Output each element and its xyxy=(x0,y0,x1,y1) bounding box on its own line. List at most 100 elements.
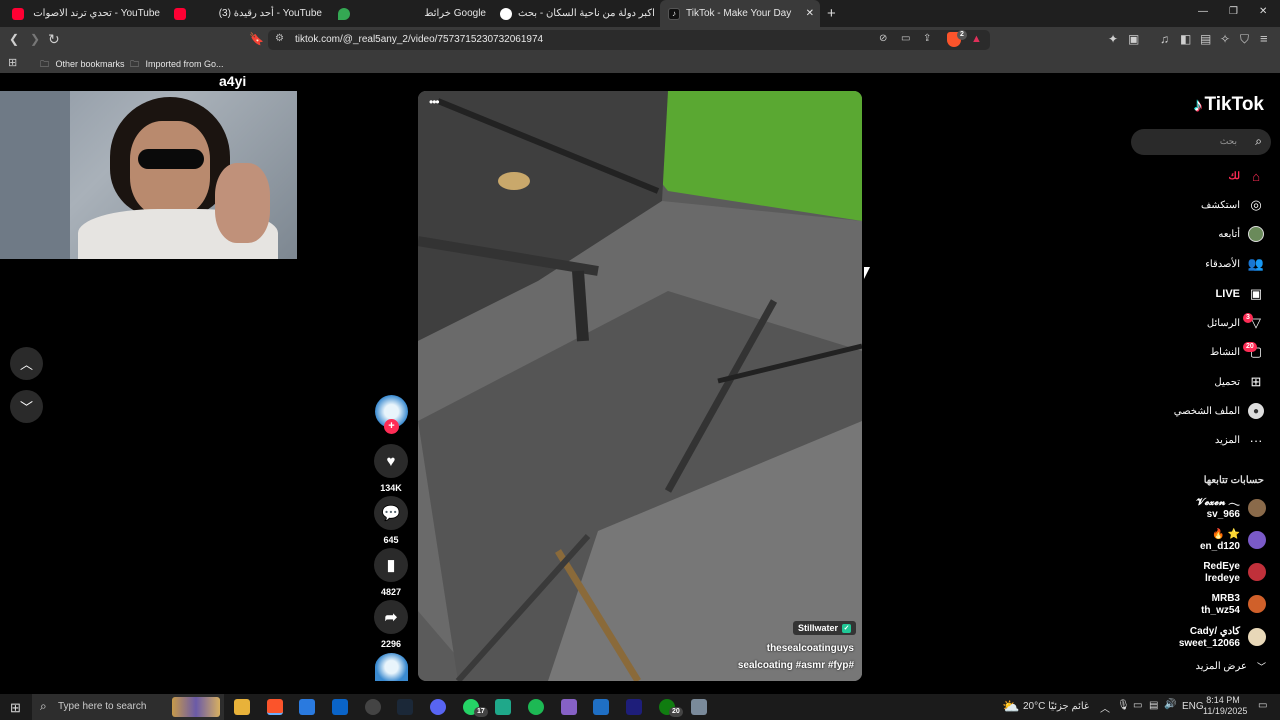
store-icon[interactable] xyxy=(299,699,315,715)
apps-grid-icon[interactable]: ⊞ xyxy=(8,56,17,69)
microphone-icon[interactable]: 🎙 xyxy=(1117,700,1130,711)
show-more-button[interactable]: عرض المزيد ﹀ xyxy=(1195,660,1266,673)
app-circle-icon[interactable] xyxy=(365,699,381,715)
follow-plus-button[interactable]: + xyxy=(384,419,399,434)
xbox-badge: 20 xyxy=(669,707,683,717)
nav-profile[interactable]: الملف الشخصي ● xyxy=(1174,403,1264,419)
tiktok-search[interactable]: بحث ⌕ xyxy=(1131,129,1271,155)
restore-button[interactable]: ❐ xyxy=(1229,6,1238,17)
sound-chip[interactable]: Stillwater ✓ xyxy=(793,621,857,635)
vscode-icon[interactable] xyxy=(593,699,609,715)
nav-label: أتابعه xyxy=(1218,228,1240,240)
share-icon[interactable]: ⇪ xyxy=(923,33,931,44)
nav-following[interactable]: أتابعه xyxy=(1218,226,1264,242)
tab-google-search[interactable]: اكبر دولة من ناحية السكان - بحث Google xyxy=(496,0,656,27)
share-arrow-icon[interactable]: ➦ xyxy=(374,600,408,634)
video-hashtags[interactable]: #sealcoating #asmr #fyp xyxy=(738,660,854,671)
tray-chevron-up-icon[interactable]: ︿ xyxy=(1100,700,1110,715)
brave-rewards-icon[interactable]: ▲ xyxy=(971,33,982,45)
nav-label: الأصدقاء xyxy=(1205,258,1240,270)
following-account-5[interactable]: Cady/ كادي sweet_12066 xyxy=(1146,626,1266,650)
bookmark-imported[interactable]: 🗀 Imported from Go... xyxy=(130,57,224,73)
minimize-button[interactable]: — xyxy=(1198,6,1208,17)
bookmark-save-icon[interactable]: ▮ xyxy=(374,548,408,582)
nav-friends[interactable]: الأصدقاء 👥 xyxy=(1205,256,1264,272)
volume-icon[interactable]: 🔊 xyxy=(1164,699,1176,710)
notification-icon[interactable]: ▭ xyxy=(1258,700,1267,711)
spotify-icon[interactable] xyxy=(528,699,544,715)
close-tab-icon[interactable]: ✕ xyxy=(806,8,814,19)
sound-disc-avatar[interactable] xyxy=(375,653,408,681)
video-more-menu-icon[interactable]: ••• xyxy=(429,95,440,109)
nav-more[interactable]: المزيد ··· xyxy=(1215,432,1264,448)
video-author[interactable]: thesealcoatinguys xyxy=(767,643,854,654)
clock[interactable]: 8:14 PM 11/19/2025 xyxy=(1203,695,1247,717)
previous-video-button[interactable]: ︿ xyxy=(10,347,43,380)
like-action[interactable]: ♥ 134K xyxy=(374,444,408,493)
following-account-4[interactable]: MRB3 th_wz54 xyxy=(1146,593,1266,617)
music-icon[interactable]: ♫ xyxy=(1160,32,1169,46)
cast-icon[interactable]: ▭ xyxy=(901,33,910,44)
wallet-icon[interactable]: ▤ xyxy=(1200,32,1211,46)
forward-arrow-icon[interactable]: ❯ xyxy=(30,32,40,46)
new-tab-button[interactable]: + xyxy=(827,5,836,22)
heart-icon[interactable]: ♥ xyxy=(374,444,408,478)
nav-label: LIVE xyxy=(1215,288,1240,300)
save-action[interactable]: ▮ 4827 xyxy=(374,548,408,597)
network-icon[interactable]: ▤ xyxy=(1149,700,1158,711)
tab-youtube-2[interactable]: (3) أحد رقيدة - YouTube xyxy=(170,0,328,27)
nav-explore[interactable]: استكشف ◎ xyxy=(1201,197,1264,213)
nav-for-you[interactable]: لك ⌂ xyxy=(1229,168,1264,184)
reload-icon[interactable]: ↻ xyxy=(48,31,60,48)
app-misc-icon[interactable] xyxy=(691,699,707,715)
share-action[interactable]: ➦ 2296 xyxy=(374,600,408,649)
weather-text[interactable]: 20°C غائم جزئيًا xyxy=(1023,701,1089,712)
bookmark-icon[interactable]: 🔖 xyxy=(249,32,264,46)
leo-ai-icon[interactable]: ✧ xyxy=(1220,32,1230,46)
app-green-icon[interactable] xyxy=(495,699,511,715)
terminal-icon[interactable] xyxy=(626,699,642,715)
tiktok-logo[interactable]: ♪ TikTok xyxy=(1194,94,1264,116)
back-arrow-icon[interactable]: ❮ xyxy=(9,32,19,46)
weather-icon[interactable]: ⛅ xyxy=(1002,698,1019,715)
screenshot-icon[interactable]: ▣ xyxy=(1128,32,1139,46)
taskbar-search-input[interactable]: Type here to search xyxy=(58,701,146,712)
display-icon[interactable]: ▭ xyxy=(1133,700,1142,711)
steam-icon[interactable] xyxy=(397,699,413,715)
language-indicator[interactable]: ENG xyxy=(1182,701,1204,712)
following-account-3[interactable]: RedEye lredeye xyxy=(1146,561,1266,585)
search-input[interactable]: بحث xyxy=(1220,136,1237,147)
taskbar-search[interactable]: ⌕ Type here to search xyxy=(32,694,224,720)
live-icon: ▣ xyxy=(1249,286,1263,301)
close-window-button[interactable]: ✕ xyxy=(1259,6,1267,17)
nav-live[interactable]: LIVE ▣ xyxy=(1216,286,1264,302)
address-bar[interactable]: ⚙ tiktok.com/@_real5any_2/video/75737152… xyxy=(268,30,990,50)
media-off-icon[interactable]: ⊘ xyxy=(879,33,887,44)
file-explorer-icon[interactable] xyxy=(234,699,250,715)
windows-start-icon[interactable]: ⊞ xyxy=(10,700,21,716)
nav-messages[interactable]: الرسائل ▽ xyxy=(1207,315,1264,331)
following-account-2[interactable]: 🔥 ⭐ en_d120 xyxy=(1146,529,1266,553)
nav-upload[interactable]: تحميل ⊞ xyxy=(1214,374,1264,390)
comment-action[interactable]: 💬 645 xyxy=(374,496,408,545)
comment-icon[interactable]: 💬 xyxy=(374,496,408,530)
discord-icon[interactable] xyxy=(430,699,446,715)
tab-google-maps[interactable]: خرائط Google xyxy=(334,0,492,27)
more-icon: ··· xyxy=(1249,432,1263,448)
next-video-button[interactable]: ﹀ xyxy=(10,390,43,423)
bookmark-other[interactable]: 🗀 Other bookmarks xyxy=(40,57,125,73)
brave-browser-icon[interactable] xyxy=(267,699,283,715)
outlook-icon[interactable] xyxy=(332,699,348,715)
visual-studio-icon[interactable] xyxy=(561,699,577,715)
menu-icon[interactable]: ≡ xyxy=(1260,31,1268,46)
search-icon[interactable]: ⌕ xyxy=(1255,134,1262,149)
sidebar-toggle-icon[interactable]: ◧ xyxy=(1180,32,1191,46)
site-info-icon[interactable]: ⚙ xyxy=(275,33,284,44)
following-account-1[interactable]: 𝓥𝓮𝔁𝓮𝓷 𓂃 sv_966 xyxy=(1146,497,1266,521)
tab-youtube-1[interactable]: تحدي ترند الاصوات - YouTube xyxy=(8,0,166,27)
url-text[interactable]: tiktok.com/@_real5any_2/video/7573715230… xyxy=(295,34,543,45)
vpn-icon[interactable]: ⛉ xyxy=(1240,32,1249,47)
tab-tiktok[interactable]: ♪ TikTok - Make Your Day ✕ xyxy=(660,0,820,27)
extensions-icon[interactable]: ✦ xyxy=(1108,32,1118,46)
video-player[interactable]: ••• Stillwater ✓ thesealcoatinguys #seal… xyxy=(418,91,862,681)
